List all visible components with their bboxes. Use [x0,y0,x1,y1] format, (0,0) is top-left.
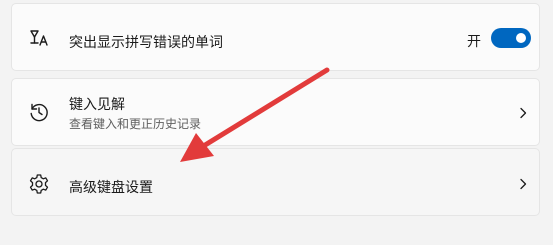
setting-card-typing-insights[interactable]: 键入见解 查看键入和更正历史记录 [11,78,540,146]
setting-subtitle: 查看键入和更正历史记录 [69,117,202,131]
toggle-state-label: 开 [467,34,481,50]
chevron-right-icon [516,177,530,191]
setting-title: 高级键盘设置 [69,180,153,196]
setting-card-highlight-misspelled: 突出显示拼写错误的单词 开 [11,3,540,71]
history-icon [27,100,51,124]
setting-title: 突出显示拼写错误的单词 [69,35,223,51]
setting-card-advanced-keyboard[interactable]: 高级键盘设置 [11,148,540,216]
gear-icon [27,172,51,196]
spellcheck-icon [27,26,51,50]
toggle-knob [516,33,526,43]
setting-title: 键入见解 [69,97,125,113]
highlight-misspelled-toggle[interactable] [491,28,531,48]
chevron-right-icon [516,106,530,120]
